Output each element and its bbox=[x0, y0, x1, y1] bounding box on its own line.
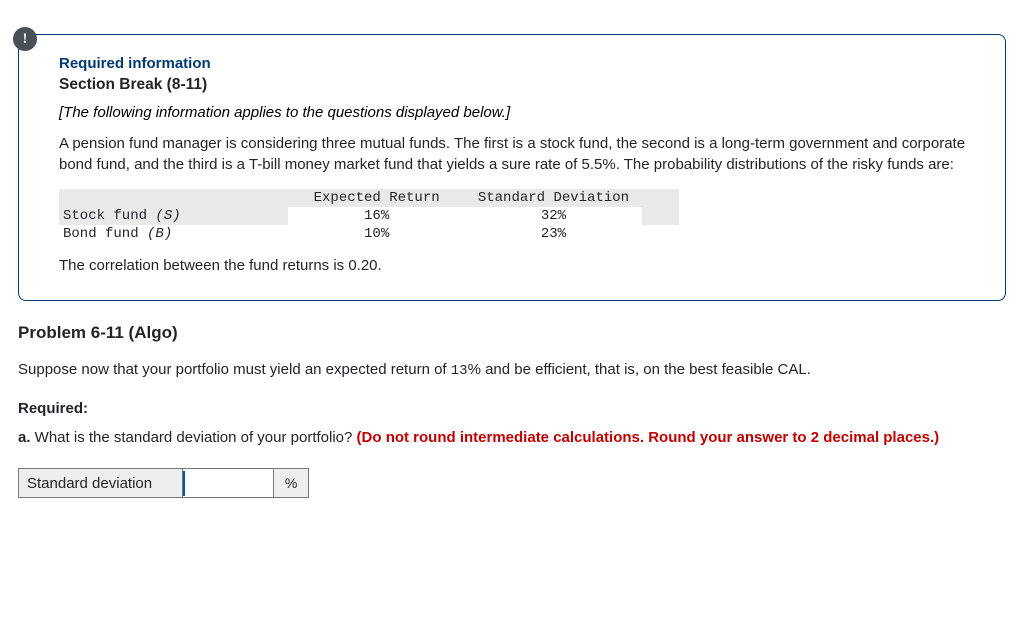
part-a-label: a. bbox=[18, 429, 31, 446]
fund-standard-deviation: 32% bbox=[465, 207, 642, 225]
answer-row: Standard deviation % bbox=[19, 469, 309, 498]
answer-input-cell bbox=[183, 469, 274, 498]
table-header-tail bbox=[642, 189, 679, 207]
page: ! Required information Section Break (8-… bbox=[0, 0, 1024, 518]
problem-title: Problem 6-11 (Algo) bbox=[18, 323, 1006, 343]
standard-deviation-input[interactable] bbox=[183, 471, 273, 496]
question-intro: Suppose now that your portfolio must yie… bbox=[18, 359, 1006, 382]
answer-label: Standard deviation bbox=[19, 469, 183, 498]
table-header-standard-deviation: Standard Deviation bbox=[465, 189, 642, 207]
part-a-text: What is the standard deviation of your p… bbox=[31, 429, 357, 446]
question-intro-pct: 13 bbox=[451, 363, 468, 379]
table-header-expected-return: Expected Return bbox=[288, 189, 465, 207]
question-intro-pre: Suppose now that your portfolio must yie… bbox=[18, 361, 451, 378]
question-a: a. What is the standard deviation of you… bbox=[18, 427, 1006, 449]
required-label: Required: bbox=[18, 400, 1006, 417]
part-a-note: (Do not round intermediate calculations.… bbox=[357, 429, 940, 446]
fund-name: Stock fund (S) bbox=[59, 207, 288, 225]
answer-table: Standard deviation % bbox=[18, 468, 309, 498]
table-header-row: Expected Return Standard Deviation bbox=[59, 189, 679, 207]
fund-name: Bond fund (B) bbox=[59, 225, 288, 243]
answer-unit: % bbox=[274, 469, 309, 498]
table-header-blank bbox=[59, 189, 288, 207]
scenario-text: A pension fund manager is considering th… bbox=[59, 133, 975, 175]
funds-table: Expected Return Standard Deviation Stock… bbox=[59, 189, 679, 243]
fund-expected-return: 10% bbox=[288, 225, 465, 243]
table-row: Bond fund (B) 10% 23% bbox=[59, 225, 679, 243]
fund-tail bbox=[642, 207, 679, 225]
fund-expected-return: 16% bbox=[288, 207, 465, 225]
fund-tail bbox=[642, 225, 679, 243]
section-break-title: Section Break (8-11) bbox=[59, 76, 975, 94]
required-info-label: Required information bbox=[59, 55, 975, 72]
applies-note: [The following information applies to th… bbox=[59, 104, 975, 121]
correlation-text: The correlation between the fund returns… bbox=[59, 257, 975, 274]
required-info-box: ! Required information Section Break (8-… bbox=[18, 34, 1006, 301]
table-row: Stock fund (S) 16% 32% bbox=[59, 207, 679, 225]
question-intro-post: % and be efficient, that is, on the best… bbox=[468, 361, 811, 378]
alert-icon: ! bbox=[13, 27, 37, 51]
fund-standard-deviation: 23% bbox=[465, 225, 642, 243]
